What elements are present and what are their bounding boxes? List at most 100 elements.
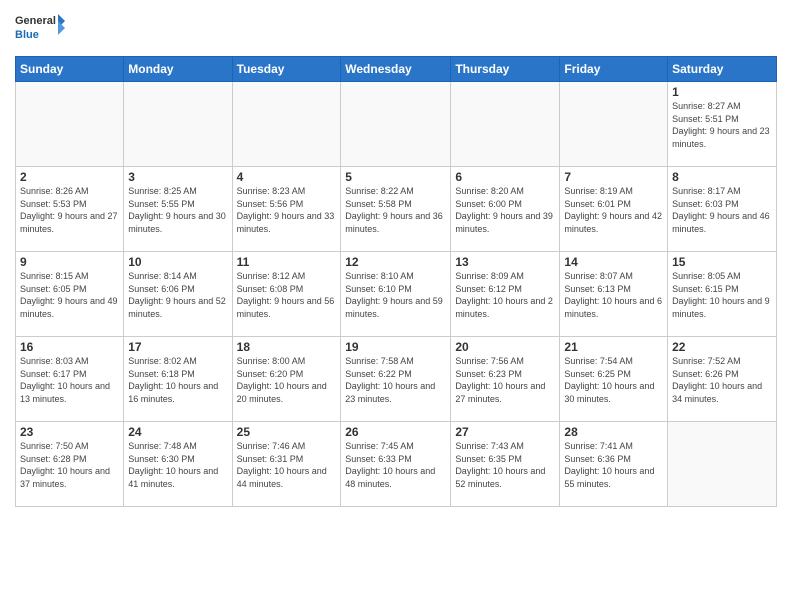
day-number: 18 xyxy=(237,340,337,354)
day-cell: 13Sunrise: 8:09 AMSunset: 6:12 PMDayligh… xyxy=(451,252,560,337)
day-cell: 2Sunrise: 8:26 AMSunset: 5:53 PMDaylight… xyxy=(16,167,124,252)
day-cell: 16Sunrise: 8:03 AMSunset: 6:17 PMDayligh… xyxy=(16,337,124,422)
day-number: 20 xyxy=(455,340,555,354)
day-number: 5 xyxy=(345,170,446,184)
day-cell: 7Sunrise: 8:19 AMSunset: 6:01 PMDaylight… xyxy=(560,167,668,252)
header-friday: Friday xyxy=(560,57,668,82)
day-cell: 18Sunrise: 8:00 AMSunset: 6:20 PMDayligh… xyxy=(232,337,341,422)
day-cell xyxy=(232,82,341,167)
day-number: 9 xyxy=(20,255,119,269)
day-cell: 10Sunrise: 8:14 AMSunset: 6:06 PMDayligh… xyxy=(124,252,232,337)
page-container: General Blue SundayMondayTuesdayWednesda… xyxy=(0,0,792,517)
day-info: Sunrise: 8:14 AMSunset: 6:06 PMDaylight:… xyxy=(128,270,227,320)
svg-text:Blue: Blue xyxy=(15,29,39,41)
day-number: 21 xyxy=(564,340,663,354)
logo: General Blue xyxy=(15,10,65,48)
day-cell: 17Sunrise: 8:02 AMSunset: 6:18 PMDayligh… xyxy=(124,337,232,422)
day-info: Sunrise: 8:17 AMSunset: 6:03 PMDaylight:… xyxy=(672,185,772,235)
day-cell: 21Sunrise: 7:54 AMSunset: 6:25 PMDayligh… xyxy=(560,337,668,422)
day-number: 25 xyxy=(237,425,337,439)
day-number: 2 xyxy=(20,170,119,184)
day-number: 23 xyxy=(20,425,119,439)
day-cell xyxy=(341,82,451,167)
day-number: 11 xyxy=(237,255,337,269)
calendar-header: SundayMondayTuesdayWednesdayThursdayFrid… xyxy=(16,57,777,82)
day-number: 19 xyxy=(345,340,446,354)
day-info: Sunrise: 7:48 AMSunset: 6:30 PMDaylight:… xyxy=(128,440,227,490)
svg-text:General: General xyxy=(15,15,56,27)
day-info: Sunrise: 7:54 AMSunset: 6:25 PMDaylight:… xyxy=(564,355,663,405)
day-number: 28 xyxy=(564,425,663,439)
day-cell: 23Sunrise: 7:50 AMSunset: 6:28 PMDayligh… xyxy=(16,422,124,507)
day-info: Sunrise: 8:02 AMSunset: 6:18 PMDaylight:… xyxy=(128,355,227,405)
day-number: 10 xyxy=(128,255,227,269)
day-cell: 14Sunrise: 8:07 AMSunset: 6:13 PMDayligh… xyxy=(560,252,668,337)
day-info: Sunrise: 8:05 AMSunset: 6:15 PMDaylight:… xyxy=(672,270,772,320)
day-cell: 19Sunrise: 7:58 AMSunset: 6:22 PMDayligh… xyxy=(341,337,451,422)
day-number: 4 xyxy=(237,170,337,184)
day-cell: 5Sunrise: 8:22 AMSunset: 5:58 PMDaylight… xyxy=(341,167,451,252)
day-info: Sunrise: 8:23 AMSunset: 5:56 PMDaylight:… xyxy=(237,185,337,235)
day-number: 15 xyxy=(672,255,772,269)
week-row-3: 9Sunrise: 8:15 AMSunset: 6:05 PMDaylight… xyxy=(16,252,777,337)
day-cell xyxy=(451,82,560,167)
day-cell: 22Sunrise: 7:52 AMSunset: 6:26 PMDayligh… xyxy=(668,337,777,422)
day-number: 3 xyxy=(128,170,227,184)
day-number: 13 xyxy=(455,255,555,269)
week-row-1: 1Sunrise: 8:27 AMSunset: 5:51 PMDaylight… xyxy=(16,82,777,167)
day-cell: 28Sunrise: 7:41 AMSunset: 6:36 PMDayligh… xyxy=(560,422,668,507)
header: General Blue xyxy=(15,10,777,48)
day-cell: 6Sunrise: 8:20 AMSunset: 6:00 PMDaylight… xyxy=(451,167,560,252)
header-wednesday: Wednesday xyxy=(341,57,451,82)
calendar-body: 1Sunrise: 8:27 AMSunset: 5:51 PMDaylight… xyxy=(16,82,777,507)
day-info: Sunrise: 8:09 AMSunset: 6:12 PMDaylight:… xyxy=(455,270,555,320)
day-number: 22 xyxy=(672,340,772,354)
week-row-5: 23Sunrise: 7:50 AMSunset: 6:28 PMDayligh… xyxy=(16,422,777,507)
header-monday: Monday xyxy=(124,57,232,82)
calendar: SundayMondayTuesdayWednesdayThursdayFrid… xyxy=(15,56,777,507)
day-info: Sunrise: 8:07 AMSunset: 6:13 PMDaylight:… xyxy=(564,270,663,320)
header-saturday: Saturday xyxy=(668,57,777,82)
day-number: 6 xyxy=(455,170,555,184)
day-cell: 9Sunrise: 8:15 AMSunset: 6:05 PMDaylight… xyxy=(16,252,124,337)
day-info: Sunrise: 8:26 AMSunset: 5:53 PMDaylight:… xyxy=(20,185,119,235)
day-info: Sunrise: 8:20 AMSunset: 6:00 PMDaylight:… xyxy=(455,185,555,235)
day-info: Sunrise: 7:46 AMSunset: 6:31 PMDaylight:… xyxy=(237,440,337,490)
day-info: Sunrise: 7:58 AMSunset: 6:22 PMDaylight:… xyxy=(345,355,446,405)
week-row-4: 16Sunrise: 8:03 AMSunset: 6:17 PMDayligh… xyxy=(16,337,777,422)
day-cell: 27Sunrise: 7:43 AMSunset: 6:35 PMDayligh… xyxy=(451,422,560,507)
day-number: 1 xyxy=(672,85,772,99)
day-cell: 24Sunrise: 7:48 AMSunset: 6:30 PMDayligh… xyxy=(124,422,232,507)
day-cell: 15Sunrise: 8:05 AMSunset: 6:15 PMDayligh… xyxy=(668,252,777,337)
day-number: 26 xyxy=(345,425,446,439)
day-info: Sunrise: 7:41 AMSunset: 6:36 PMDaylight:… xyxy=(564,440,663,490)
day-number: 27 xyxy=(455,425,555,439)
day-number: 24 xyxy=(128,425,227,439)
day-header-row: SundayMondayTuesdayWednesdayThursdayFrid… xyxy=(16,57,777,82)
day-info: Sunrise: 7:52 AMSunset: 6:26 PMDaylight:… xyxy=(672,355,772,405)
day-number: 12 xyxy=(345,255,446,269)
day-info: Sunrise: 8:15 AMSunset: 6:05 PMDaylight:… xyxy=(20,270,119,320)
day-cell: 11Sunrise: 8:12 AMSunset: 6:08 PMDayligh… xyxy=(232,252,341,337)
day-info: Sunrise: 7:43 AMSunset: 6:35 PMDaylight:… xyxy=(455,440,555,490)
day-cell: 3Sunrise: 8:25 AMSunset: 5:55 PMDaylight… xyxy=(124,167,232,252)
day-info: Sunrise: 8:00 AMSunset: 6:20 PMDaylight:… xyxy=(237,355,337,405)
day-cell xyxy=(560,82,668,167)
header-tuesday: Tuesday xyxy=(232,57,341,82)
day-number: 17 xyxy=(128,340,227,354)
day-cell: 20Sunrise: 7:56 AMSunset: 6:23 PMDayligh… xyxy=(451,337,560,422)
day-cell xyxy=(668,422,777,507)
header-sunday: Sunday xyxy=(16,57,124,82)
day-info: Sunrise: 7:50 AMSunset: 6:28 PMDaylight:… xyxy=(20,440,119,490)
day-info: Sunrise: 8:12 AMSunset: 6:08 PMDaylight:… xyxy=(237,270,337,320)
day-info: Sunrise: 8:03 AMSunset: 6:17 PMDaylight:… xyxy=(20,355,119,405)
day-number: 16 xyxy=(20,340,119,354)
header-thursday: Thursday xyxy=(451,57,560,82)
day-info: Sunrise: 8:27 AMSunset: 5:51 PMDaylight:… xyxy=(672,100,772,150)
day-cell: 4Sunrise: 8:23 AMSunset: 5:56 PMDaylight… xyxy=(232,167,341,252)
day-info: Sunrise: 7:56 AMSunset: 6:23 PMDaylight:… xyxy=(455,355,555,405)
day-cell: 25Sunrise: 7:46 AMSunset: 6:31 PMDayligh… xyxy=(232,422,341,507)
day-cell: 12Sunrise: 8:10 AMSunset: 6:10 PMDayligh… xyxy=(341,252,451,337)
day-cell: 8Sunrise: 8:17 AMSunset: 6:03 PMDaylight… xyxy=(668,167,777,252)
day-cell xyxy=(124,82,232,167)
